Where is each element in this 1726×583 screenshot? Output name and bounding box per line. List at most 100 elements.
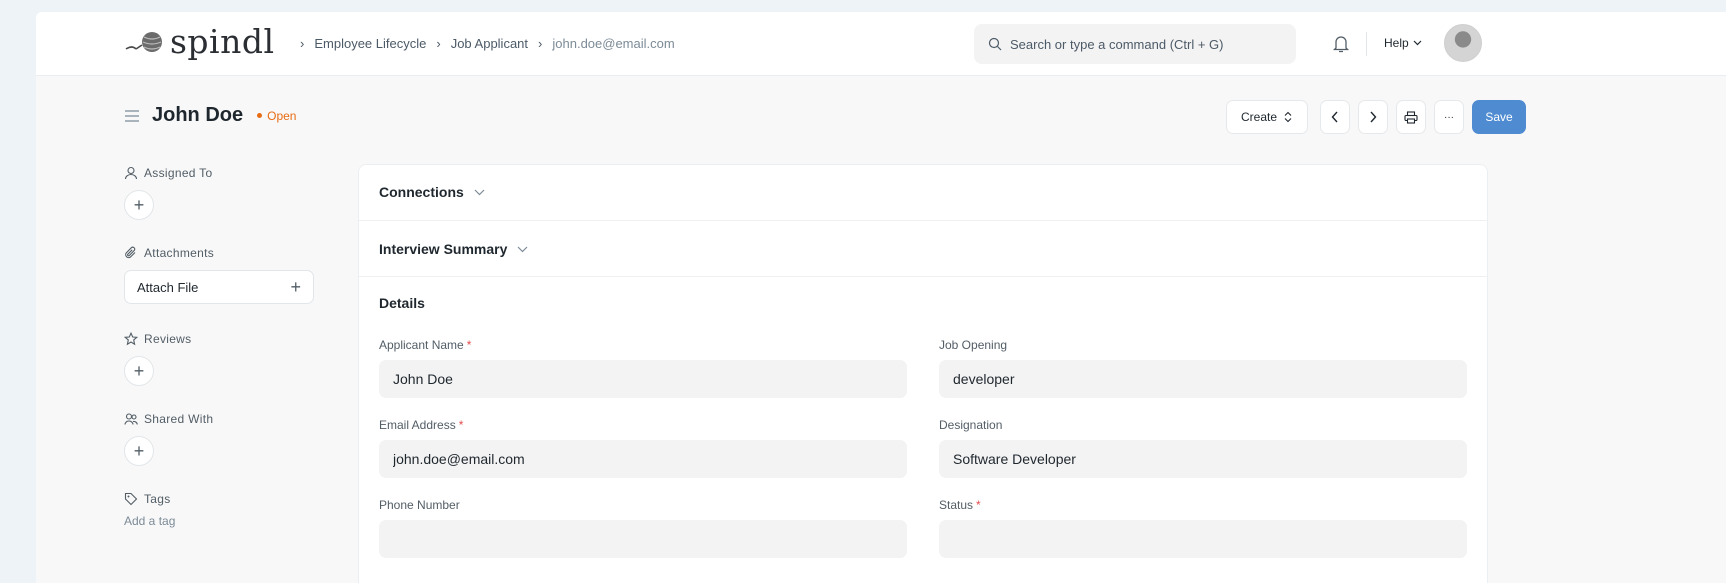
paperclip-icon (125, 246, 136, 259)
plus-icon: + (133, 440, 145, 461)
tags-group: Tags Add a tag (124, 492, 314, 528)
breadcrumb-employee-lifecycle[interactable]: Employee Lifecycle (314, 36, 426, 51)
reviews-group: Reviews + (124, 332, 314, 386)
applicant-name-field: Applicant Name * (379, 338, 907, 398)
interview-summary-section-toggle[interactable]: Interview Summary (379, 241, 528, 257)
add-assignee-button[interactable]: + (124, 190, 154, 220)
save-button[interactable]: Save (1472, 100, 1526, 134)
page-title: John Doe (152, 104, 244, 126)
status-select[interactable] (939, 520, 1467, 558)
reviews-heading: Reviews (124, 332, 314, 346)
brand-name: spindl (170, 22, 275, 61)
breadcrumb: › Employee Lifecycle › Job Applicant › j… (290, 36, 675, 51)
designation-input[interactable] (939, 440, 1467, 478)
tags-heading: Tags (124, 492, 314, 506)
designation-label: Designation (939, 418, 1003, 432)
user-icon (124, 166, 138, 180)
connections-section: Connections (359, 165, 1487, 221)
add-tag-link[interactable]: Add a tag (124, 514, 314, 528)
designation-field: Designation (939, 418, 1467, 478)
breadcrumb-current-record[interactable]: john.doe@email.com (552, 36, 674, 51)
interview-summary-section: Interview Summary (359, 221, 1487, 277)
connections-heading: Connections (379, 184, 464, 200)
app-window: spindl › Employee Lifecycle › Job Applic… (36, 12, 1726, 583)
reviews-label: Reviews (144, 332, 192, 346)
applicant-name-label: Applicant Name * (379, 338, 472, 352)
brand-logo[interactable]: spindl (124, 22, 275, 62)
status-field: Status * (939, 498, 1467, 558)
chevron-left-icon (1331, 111, 1338, 123)
page-actions: Create ··· Save (1226, 100, 1526, 134)
connections-section-toggle[interactable]: Connections (379, 184, 485, 200)
create-label: Create (1240, 110, 1278, 124)
plus-icon: + (290, 276, 301, 297)
chevron-down-icon (1413, 40, 1422, 46)
email-address-field: Email Address * (379, 418, 907, 478)
breadcrumb-separator-icon: › (436, 36, 441, 51)
assigned-to-label: Assigned To (144, 166, 213, 180)
assigned-to-group: Assigned To + (124, 166, 314, 220)
user-avatar[interactable] (1444, 24, 1482, 62)
printer-icon (1404, 110, 1418, 124)
create-button[interactable]: Create (1226, 100, 1308, 134)
search-icon (988, 37, 1002, 51)
job-opening-field: Job Opening (939, 338, 1467, 398)
save-label: Save (1485, 110, 1513, 124)
tags-label: Tags (144, 492, 171, 506)
plus-icon: + (133, 194, 145, 215)
email-address-input[interactable] (379, 440, 907, 478)
chevron-down-icon (474, 189, 485, 195)
navbar: spindl › Employee Lifecycle › Job Applic… (36, 12, 1726, 76)
chevron-right-icon (1370, 111, 1377, 123)
phone-number-input[interactable] (379, 520, 907, 558)
assigned-to-heading: Assigned To (124, 166, 314, 180)
page-head: John Doe Open (124, 104, 296, 127)
search-input[interactable] (1010, 36, 1290, 52)
details-heading: Details (379, 295, 425, 311)
phone-number-field: Phone Number (379, 498, 907, 558)
more-actions-button[interactable]: ··· (1434, 100, 1464, 134)
more-dots-icon: ··· (1444, 111, 1454, 123)
interview-summary-heading: Interview Summary (379, 241, 508, 257)
attachments-label: Attachments (144, 246, 214, 260)
status-text: Open (267, 108, 297, 123)
search-bar[interactable] (974, 24, 1296, 64)
spindle-logo-icon (124, 27, 168, 57)
phone-number-label: Phone Number (379, 498, 460, 512)
print-button[interactable] (1396, 100, 1426, 134)
breadcrumb-job-applicant[interactable]: Job Applicant (451, 36, 528, 51)
plus-icon: + (133, 360, 145, 381)
form-card: Connections Interview Summary Details Ap… (358, 164, 1488, 583)
add-review-button[interactable]: + (124, 356, 154, 386)
attach-file-label: Attach File (137, 279, 199, 295)
attachments-heading: Attachments (124, 246, 314, 260)
attachments-group: Attachments Attach File + (124, 246, 314, 304)
shared-with-label: Shared With (144, 412, 214, 426)
shared-with-heading: Shared With (124, 412, 314, 426)
status-badge: Open (257, 109, 296, 123)
star-icon (124, 332, 138, 346)
breadcrumb-separator-icon: › (300, 36, 305, 51)
previous-record-button[interactable] (1320, 100, 1350, 134)
shared-with-group: Shared With + (124, 412, 314, 466)
notifications-bell-icon[interactable] (1332, 34, 1350, 59)
email-address-label: Email Address * (379, 418, 464, 432)
add-share-button[interactable]: + (124, 436, 154, 466)
form-sidebar: Assigned To + Attachments Attach File + (124, 166, 314, 554)
next-record-button[interactable] (1358, 100, 1388, 134)
job-opening-input[interactable] (939, 360, 1467, 398)
tag-icon (124, 492, 138, 506)
attach-file-button[interactable]: Attach File + (124, 270, 314, 304)
chevron-down-icon (517, 246, 528, 252)
status-label: Status * (939, 498, 981, 512)
sort-updown-icon (1284, 111, 1292, 123)
status-dot-icon (257, 113, 263, 118)
applicant-name-input[interactable] (379, 360, 907, 398)
navbar-divider (1366, 32, 1367, 56)
breadcrumb-separator-icon: › (538, 36, 543, 51)
help-label: Help (1384, 36, 1409, 50)
job-opening-label: Job Opening (939, 338, 1008, 352)
users-icon (124, 413, 138, 425)
sidebar-toggle-hamburger-icon[interactable] (124, 109, 140, 122)
help-dropdown[interactable]: Help (1384, 36, 1422, 50)
